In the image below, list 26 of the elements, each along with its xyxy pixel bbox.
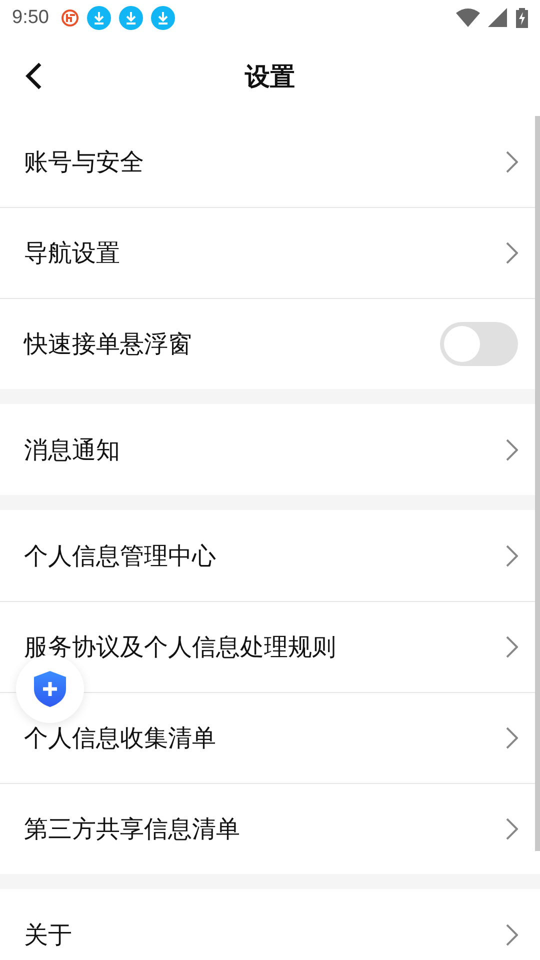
settings-item[interactable]: 导航设置 [24, 236, 506, 268]
chevron-right-icon [506, 242, 518, 264]
toggle-switch[interactable] [440, 322, 518, 366]
shield-plus-icon [34, 671, 66, 707]
app-logo-icon [60, 9, 79, 27]
chevron-right-icon [506, 726, 518, 748]
back-icon[interactable] [24, 62, 44, 90]
download-icon [86, 6, 111, 30]
signal-icon [488, 8, 508, 28]
settings-item[interactable]: 快速接单悬浮窗 [24, 328, 440, 360]
download-icon [150, 6, 175, 30]
settings-item[interactable]: 个人信息管理中心 [24, 540, 506, 572]
download-icon [118, 6, 143, 30]
chevron-right-icon [506, 636, 518, 658]
wifi-icon [456, 8, 480, 28]
chevron-right-icon [506, 924, 518, 946]
page-title: 设置 [245, 60, 295, 92]
chevron-right-icon [506, 544, 518, 566]
settings-item[interactable]: 账号与安全 [24, 146, 506, 178]
settings-item[interactable]: 第三方共享信息清单 [24, 812, 506, 844]
chevron-right-icon [506, 150, 518, 172]
status-time: 9:50 [12, 7, 49, 29]
battery-icon [516, 8, 528, 28]
chevron-right-icon [506, 438, 518, 460]
settings-item[interactable]: 个人信息收集清单 [24, 722, 506, 754]
chevron-right-icon [506, 818, 518, 840]
